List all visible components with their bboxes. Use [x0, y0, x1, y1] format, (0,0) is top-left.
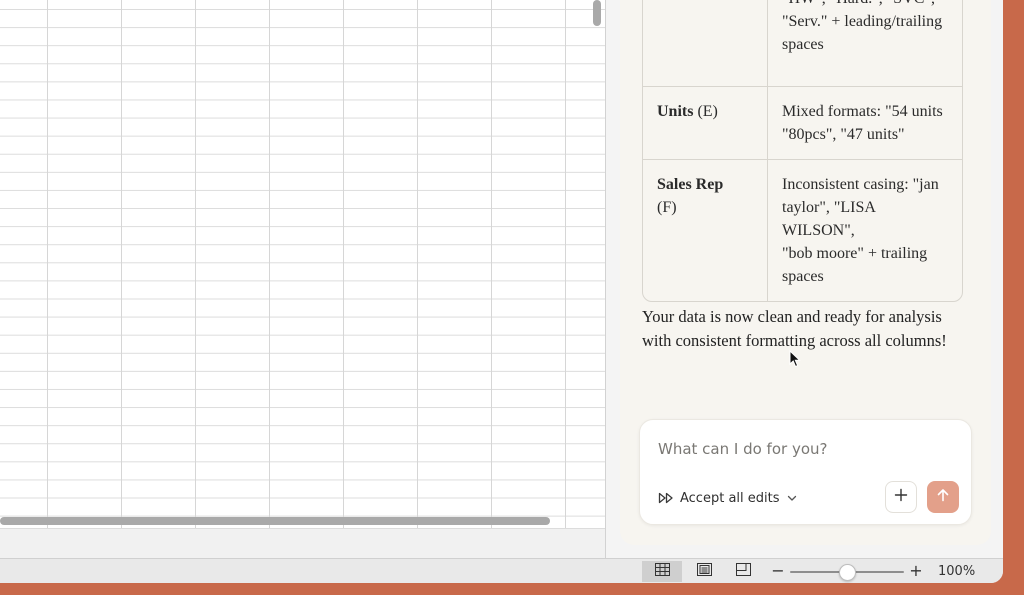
column-name: Sales Rep	[657, 176, 724, 193]
arrow-up-icon	[936, 488, 950, 507]
status-bar: − + 100%	[0, 558, 1003, 583]
accept-all-edits-label: Accept all edits	[680, 490, 780, 506]
page-break-preview-icon	[735, 562, 751, 581]
column-letter: (E)	[697, 103, 718, 120]
spreadsheet-grid[interactable]	[0, 0, 605, 528]
normal-view-button[interactable]	[642, 561, 682, 582]
mouse-cursor-icon	[789, 349, 801, 373]
table-row: Units (E) Mixed formats: "54 units "80pc…	[643, 87, 962, 160]
assistant-summary-text: Your data is now clean and ready for ana…	[642, 307, 947, 350]
sheet-bottom-bar	[0, 528, 605, 558]
send-button[interactable]	[927, 481, 959, 513]
cleanup-summary-table: casing: "SW", "Soft.", "HW", "Hard.", "S…	[642, 0, 963, 302]
page-layout-view-button[interactable]	[684, 561, 724, 582]
table-row: Sales Rep (F) Inconsistent casing: "jan t…	[643, 160, 962, 301]
assistant-panel: casing: "SW", "Soft.", "HW", "Hard.", "S…	[606, 0, 1003, 558]
column-name-cell	[643, 0, 768, 87]
app-window: casing: "SW", "Soft.", "HW", "Hard.", "S…	[0, 0, 1003, 583]
chat-card: casing: "SW", "Soft.", "HW", "Hard.", "S…	[620, 0, 991, 545]
horizontal-scrollbar-thumb[interactable]	[0, 517, 550, 525]
zoom-slider-thumb[interactable]	[838, 564, 856, 581]
message-composer: Accept all edits	[639, 419, 972, 525]
zoom-slider[interactable]	[790, 564, 904, 581]
table-row: casing: "SW", "Soft.", "HW", "Hard.", "S…	[643, 0, 962, 87]
column-name-cell: Sales Rep (F)	[643, 160, 768, 301]
page-break-preview-button[interactable]	[723, 561, 763, 582]
issue-cell: Inconsistent casing: "jan taylor", "LISA…	[782, 176, 939, 285]
zoom-percentage[interactable]: 100%	[938, 564, 975, 579]
grid-view-icon	[654, 562, 670, 581]
plus-icon	[894, 488, 908, 507]
double-chevron-forward-icon	[658, 492, 674, 504]
column-name: Units	[657, 103, 694, 120]
column-letter: (F)	[657, 199, 677, 216]
issue-cell: Mixed formats: "54 units "80pcs", "47 un…	[768, 87, 962, 160]
page-layout-icon	[696, 562, 712, 581]
issue-cell: casing: "SW", "Soft.", "HW", "Hard.", "S…	[768, 0, 962, 87]
chevron-down-icon	[786, 492, 798, 504]
add-attachment-button[interactable]	[885, 481, 917, 513]
zoom-in-button[interactable]: +	[908, 561, 924, 581]
message-input[interactable]	[658, 438, 958, 460]
accept-all-edits-dropdown[interactable]: Accept all edits	[658, 488, 798, 508]
zoom-out-button[interactable]: −	[770, 561, 786, 581]
vertical-scrollbar-thumb[interactable]	[593, 0, 601, 26]
column-name-cell: Units (E)	[643, 87, 768, 160]
